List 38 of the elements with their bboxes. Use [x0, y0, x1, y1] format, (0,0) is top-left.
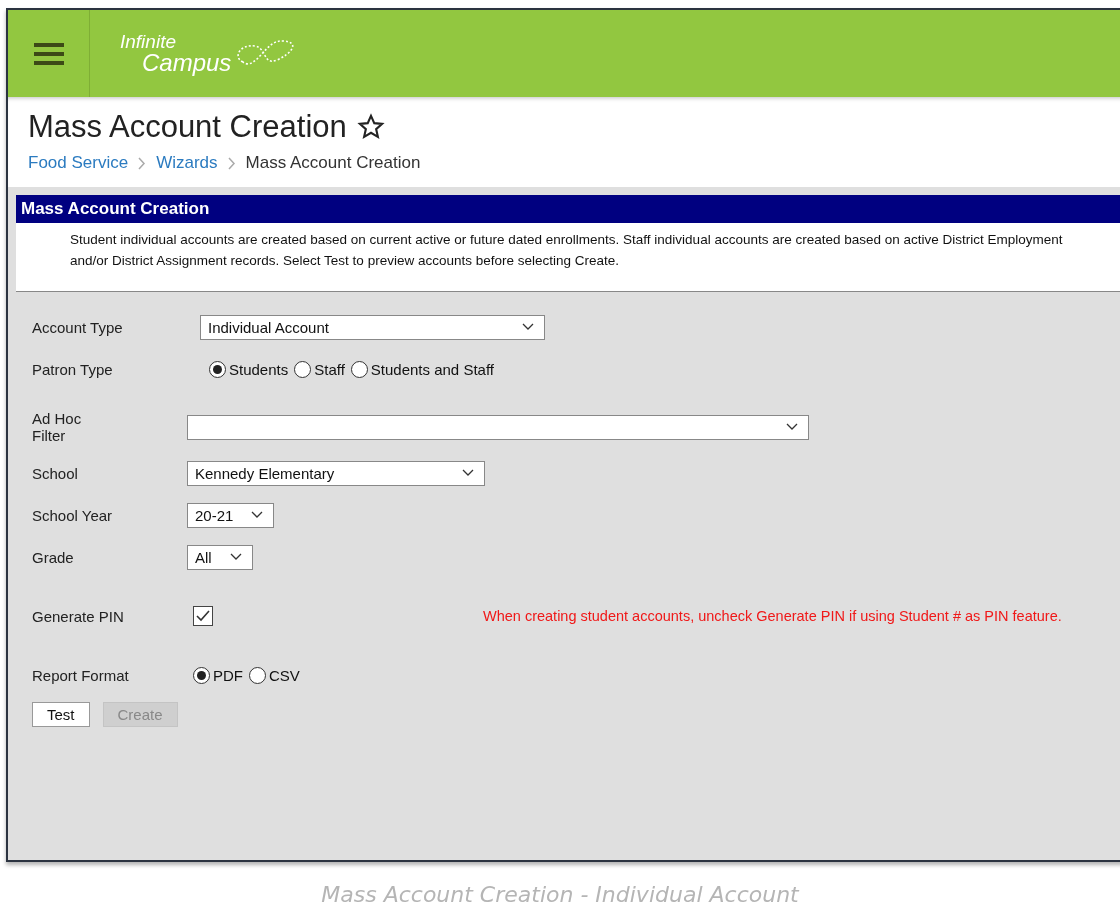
- dropdown-field[interactable]: All: [187, 544, 253, 570]
- caption-text: Mass Account Creation - Individual Account: [320, 882, 801, 907]
- dropdown-field[interactable]: [187, 414, 809, 440]
- field-label: Ad Hoc Filter: [32, 410, 83, 444]
- dropdown-field[interactable]: Kennedy Elementary: [187, 460, 485, 486]
- page-title: Mass Account Creation: [28, 109, 347, 145]
- logo-text: Infinite: [120, 32, 177, 51]
- field-label: Grade: [32, 548, 75, 566]
- radio-option[interactable]: Staff: [294, 360, 345, 378]
- radio-option[interactable]: CSV: [249, 666, 300, 684]
- field-label: School: [32, 464, 79, 482]
- field-label: Account Type: [32, 318, 124, 336]
- chevron-down-icon: [462, 469, 474, 477]
- chevron-down-icon: [230, 553, 242, 561]
- action-button[interactable]: Test: [32, 702, 90, 727]
- field-label: Generate PIN: [32, 607, 125, 625]
- radio-option[interactable]: PDF: [193, 666, 243, 684]
- radio-option[interactable]: Students and Staff: [350, 360, 494, 378]
- dropdown-field[interactable]: 20-21: [187, 502, 274, 528]
- field-label: Patron Type: [32, 360, 114, 378]
- chevron-down-icon: [786, 423, 798, 431]
- radio-option[interactable]: Students: [209, 360, 289, 378]
- warning-text: When creating student accounts, uncheck Generate PIN if using Student # as PIN feature.: [483, 606, 1063, 626]
- field-label: School Year: [32, 506, 114, 524]
- checkbox[interactable]: [193, 606, 213, 626]
- dropdown-field[interactable]: Individual Account: [200, 314, 545, 340]
- description-text: Student individual accounts are created based on current active or future dated enrollments. Staff individual accounts are created based on active District Employment and/or District Assignment records. Select Test to preview accounts before selecting Create.: [69, 231, 1064, 270]
- star-icon[interactable]: [356, 113, 385, 141]
- chevron-right-icon: [138, 156, 147, 170]
- field-label: Report Format: [32, 666, 130, 684]
- chevron-right-icon: [227, 156, 236, 170]
- logo-text: Campus: [142, 51, 232, 75]
- chevron-down-icon: [251, 511, 263, 519]
- panel-title: Mass Account Creation: [16, 195, 1120, 223]
- chevron-down-icon: [522, 323, 534, 331]
- breadcrumb-link[interactable]: Wizards: [156, 153, 218, 173]
- breadcrumb-link[interactable]: Food Service: [28, 153, 129, 173]
- breadcrumb-current: Mass Account Creation: [245, 153, 421, 173]
